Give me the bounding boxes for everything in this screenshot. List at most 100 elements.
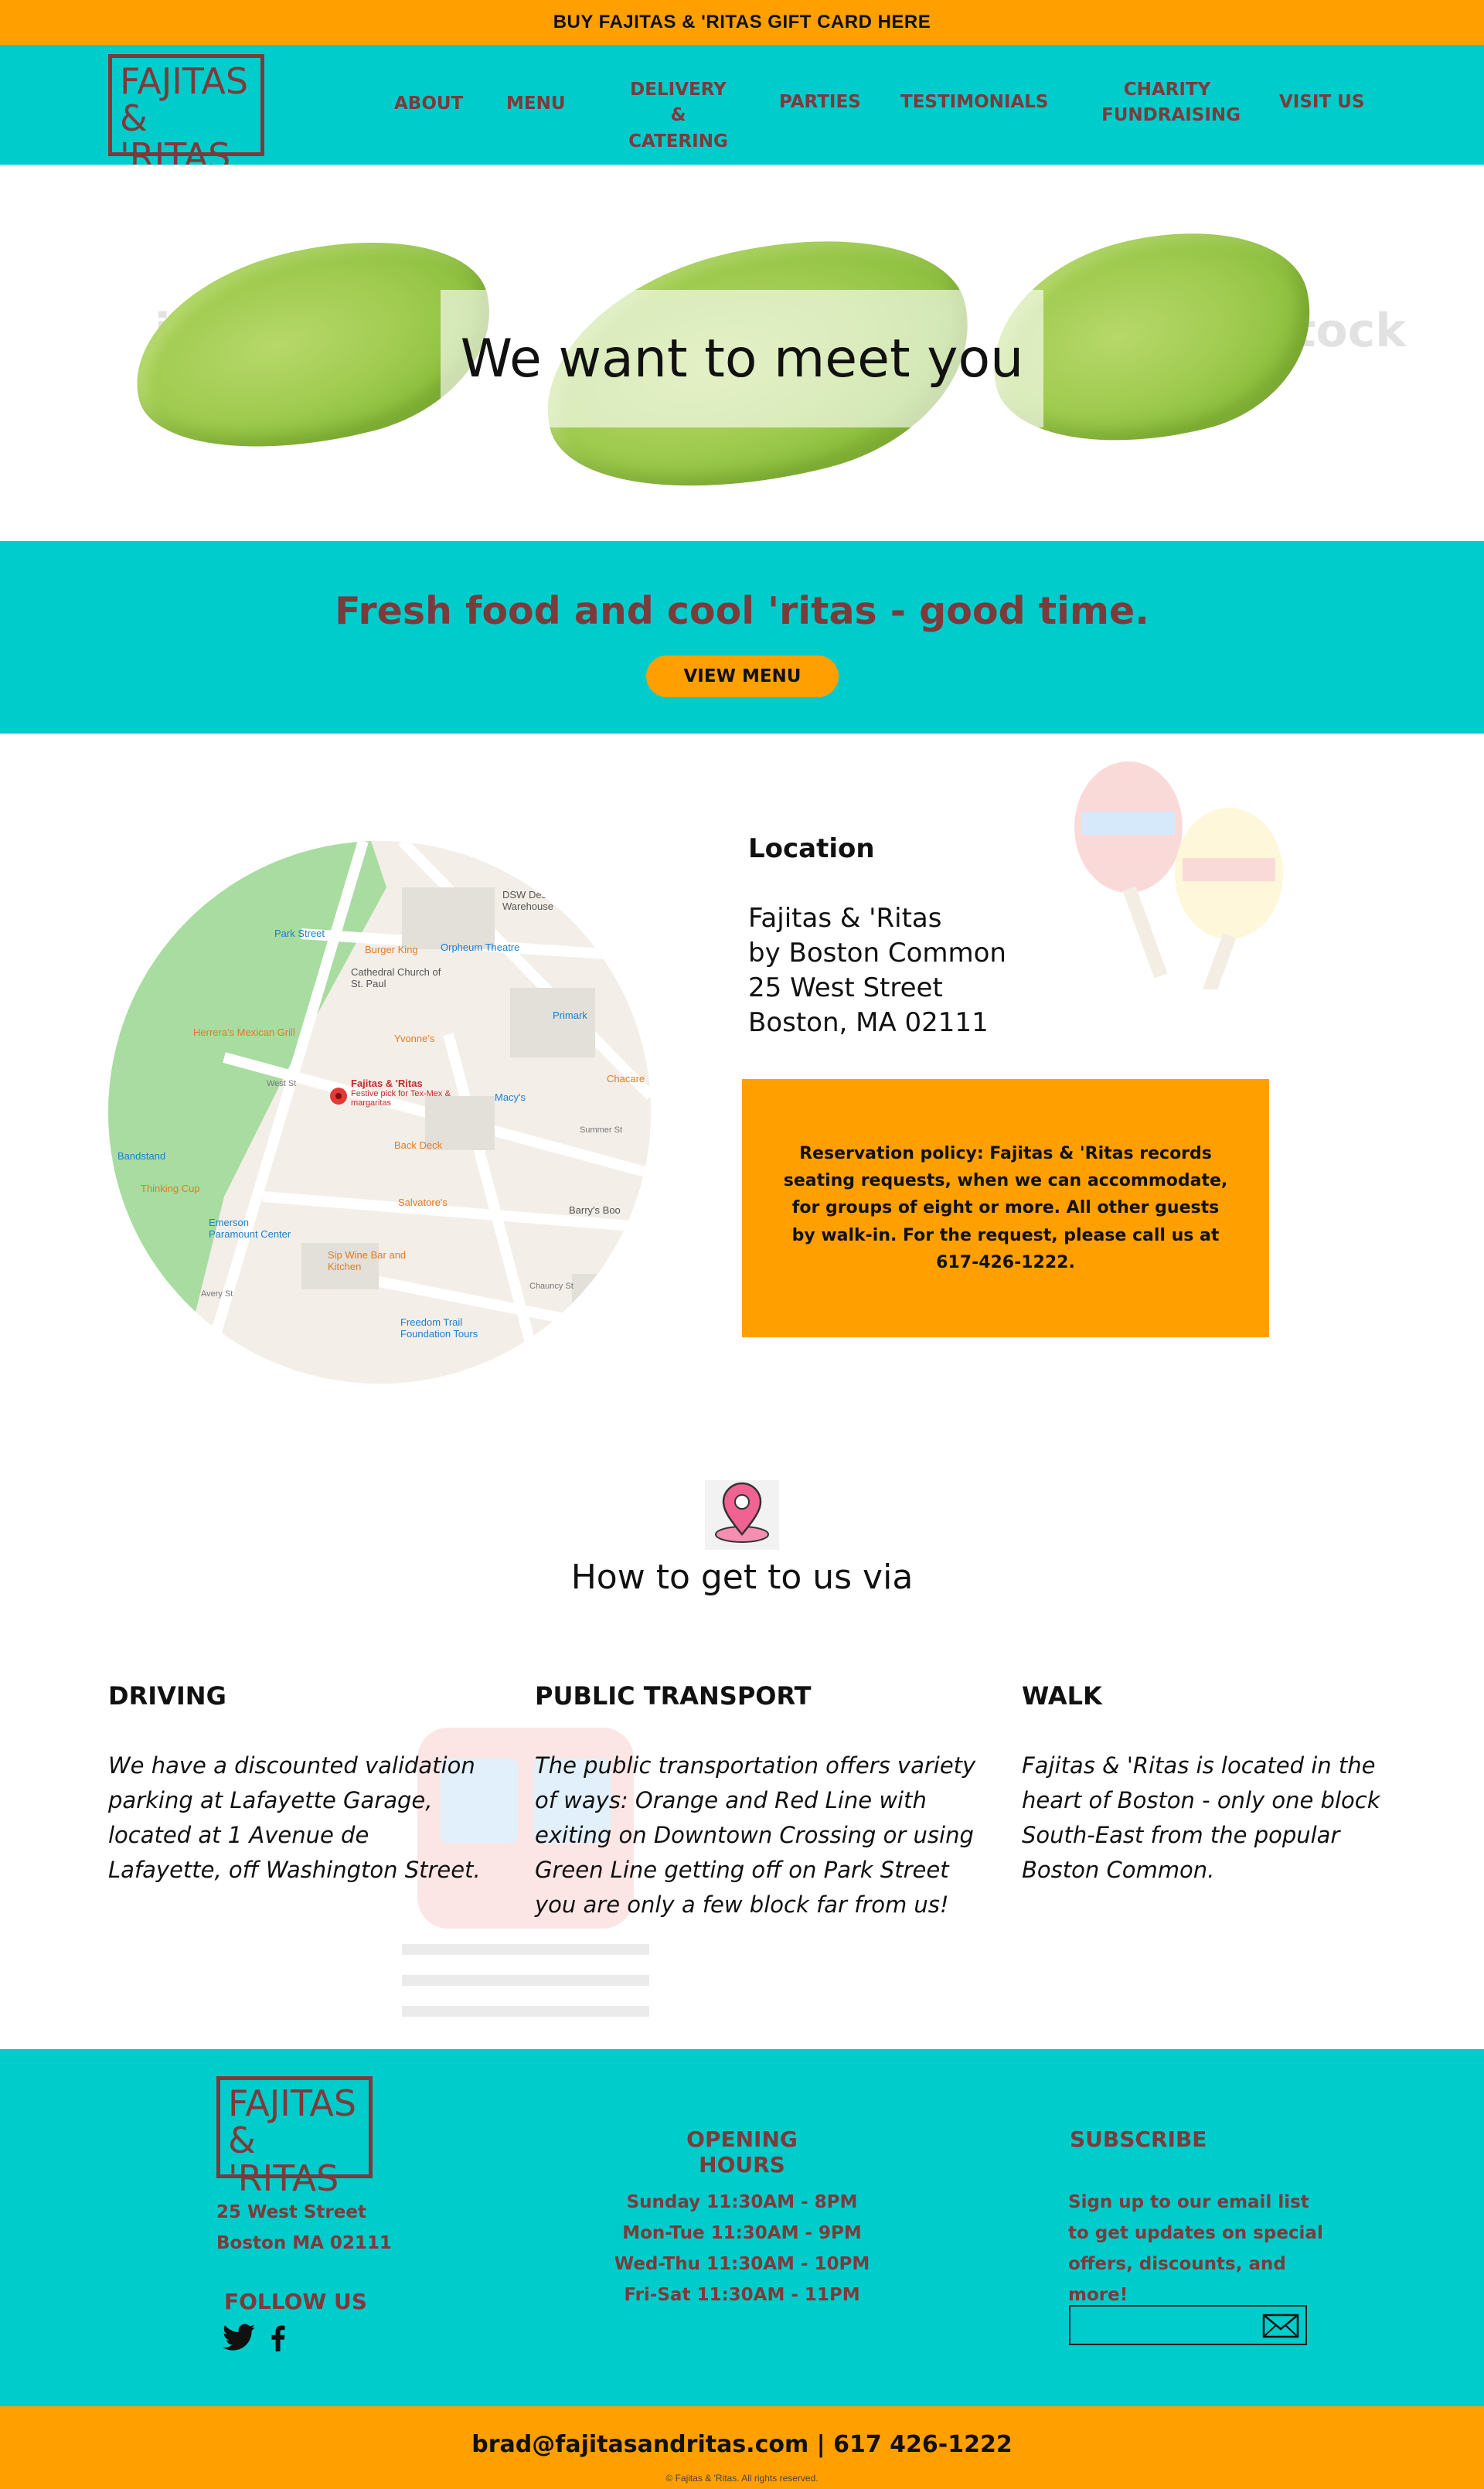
map-label-bandstand: Bandstand (117, 1150, 166, 1162)
footer-logo-line-2: & 'RITAS (228, 2120, 339, 2199)
transport-line: Green Line getting off on Park Street (535, 1856, 949, 1883)
driving-text: We have a discounted validation parking … (108, 1748, 481, 1888)
map-label-barrys: Barry's Boo (569, 1204, 621, 1216)
subscribe-line: offers, discounts, and (1068, 2254, 1286, 2274)
gift-card-link[interactable]: BUY FAJITAS & 'RITAS GIFT CARD HERE (553, 12, 931, 33)
tagline: Fresh food and cool 'ritas - good time. (335, 589, 1149, 633)
driving-line: parking at Lafayette Garage, (108, 1786, 433, 1813)
map-label-fajitas: Fajitas & 'Ritas (351, 1078, 423, 1089)
location-heading: Location (748, 833, 875, 864)
email-input[interactable] (1070, 2307, 1256, 2344)
map-label-sip: Sip Wine Bar and Kitchen (328, 1249, 407, 1272)
header-logo[interactable]: FAJITAS & 'RITAS (108, 54, 264, 175)
reservation-policy-text: Reservation policy: Fajitas & 'Ritas rec… (783, 1144, 1228, 1272)
map-label-park-street: Park Street (274, 928, 325, 939)
map-graphic (108, 841, 651, 1384)
subscribe-line: to get updates on special (1068, 2223, 1323, 2243)
map-label-thinking-cup: Thinking Cup (141, 1183, 200, 1194)
transport-line: The public transportation offers variety (535, 1752, 976, 1779)
mail-icon[interactable] (1262, 2314, 1299, 2338)
nav-testimonials[interactable]: TESTIMONIALS (900, 90, 1048, 115)
site-header: FAJITAS & 'RITAS ABOUT MENU DELIVERY & C… (0, 45, 1484, 175)
transport-line: exiting on Downtown Crossing or using (535, 1821, 974, 1848)
nav-charity-fundraising[interactable]: CHARITY FUNDRAISING (1101, 77, 1241, 129)
hero-title-box: We want to meet you (441, 290, 1043, 427)
hours-line: Fri-Sat 11:30AM - 11PM (624, 2285, 860, 2305)
map-label-chacarero: Chacare (607, 1073, 645, 1084)
nav-charity-line-1: CHARITY (1123, 80, 1211, 100)
nav-visit-us[interactable]: VISIT US (1279, 90, 1364, 115)
map-label-west-st: West St (267, 1079, 297, 1088)
map-label-orpheum: Orpheum Theatre (441, 941, 520, 953)
transport-line: of ways: Orange and Red Line with (535, 1786, 927, 1813)
driving-line: located at 1 Avenue de (108, 1821, 369, 1848)
location-line-3: 25 West Street (748, 972, 943, 1003)
nav-delivery-line-1: DELIVERY (630, 80, 727, 100)
map-label-chauncy-st: Chauncy St (529, 1282, 574, 1291)
contact-bar: brad@fajitasandritas.com | 617 426-1222 … (0, 2406, 1484, 2489)
hours-line: Mon-Tue 11:30AM - 9PM (622, 2223, 862, 2243)
walk-line: Boston Common. (1022, 1856, 1215, 1883)
walk-text: Fajitas & 'Ritas is located in the heart… (1022, 1748, 1380, 1888)
walk-line: South-East from the popular (1022, 1821, 1340, 1848)
opening-hours-list: Sunday 11:30AM - 8PM Mon-Tue 11:30AM - 9… (603, 2187, 881, 2310)
hero-title: We want to meet you (460, 328, 1024, 390)
reservation-policy-box: Reservation policy: Fajitas & 'Ritas rec… (742, 1079, 1269, 1337)
footer-address-1: 25 West Street (216, 2202, 366, 2222)
public-transport-heading: PUBLIC TRANSPORT (535, 1681, 812, 1711)
maracas-icon (1074, 761, 1283, 989)
footer-address-2: Boston MA 02111 (216, 2233, 392, 2253)
subscribe-field (1069, 2305, 1307, 2345)
map-label-cathedral: Cathedral Church of St. Paul (351, 966, 441, 989)
public-transport-text: The public transportation offers variety… (535, 1748, 975, 1922)
map-label-emerson: Emerson Paramount Center (209, 1217, 291, 1240)
map-label-dsw: DSW Designer Shoe Warehouse (502, 889, 595, 912)
nav-parties[interactable]: PARTIES (779, 90, 861, 115)
hours-line: Wed-Thu 11:30AM - 10PM (614, 2254, 870, 2274)
map-label-burger-king: Burger King (365, 944, 418, 955)
hours-line: Sunday 11:30AM - 8PM (626, 2192, 858, 2212)
map-label-yvonnes: Yvonne's (394, 1033, 435, 1044)
site-footer: FAJITAS & 'RITAS 25 West Street Boston M… (0, 2049, 1484, 2406)
nav-charity-line-2: FUNDRAISING (1101, 105, 1241, 126)
logo-line-2: & 'RITAS (120, 97, 231, 177)
transport-line: you are only a few block far from us! (535, 1891, 949, 1918)
opening-hours-heading: OPENING HOURS (686, 2126, 798, 2177)
driving-heading: DRIVING (108, 1681, 226, 1711)
walk-line: Fajitas & 'Ritas is located in the (1022, 1752, 1376, 1779)
nav-menu[interactable]: MENU (506, 91, 566, 117)
walk-line: heart of Boston - only one block (1022, 1786, 1380, 1813)
nav-about[interactable]: ABOUT (394, 91, 463, 117)
map-label-back-deck: Back Deck (394, 1139, 443, 1151)
map-label-herreras: Herrera's Mexican Grill (193, 1027, 295, 1038)
map-label-macys: Macy's (495, 1091, 526, 1103)
location-pin-icon (705, 1480, 779, 1550)
map-label-primark: Primark (553, 1010, 587, 1021)
follow-us-heading: FOLLOW US (224, 2289, 367, 2314)
subscribe-text: Sign up to our email list to get updates… (1068, 2187, 1323, 2310)
gift-card-banner[interactable]: BUY FAJITAS & 'RITAS GIFT CARD HERE (0, 0, 1484, 45)
map-label-avery-st: Avery St (201, 1289, 233, 1299)
location-line-4: Boston, MA 02111 (748, 1007, 989, 1038)
view-menu-button[interactable]: VIEW MENU (646, 655, 839, 697)
footer-logo-line-1: FAJITAS (228, 2082, 357, 2124)
map-label-summer-st: Summer St (580, 1125, 623, 1135)
location-line-2: by Boston Common (748, 938, 1006, 969)
footer-logo[interactable]: FAJITAS & 'RITAS (216, 2076, 373, 2197)
location-map[interactable]: Park Street Burger King Orpheum Theatre … (108, 841, 651, 1384)
location-line-1: Fajitas & 'Ritas (748, 903, 942, 934)
map-label-fajitas-sub: Festive pick for Tex-Mex & margaritas (351, 1089, 451, 1108)
logo-line-1: FAJITAS (120, 60, 249, 102)
contact-line[interactable]: brad@fajitasandritas.com | 617 426-1222 (0, 2431, 1484, 2458)
copyright: © Fajitas & 'Ritas. All rights reserved. (665, 2473, 819, 2484)
nav-delivery-catering[interactable]: DELIVERY & CATERING (618, 77, 738, 155)
map-label-salvatores: Salvatore's (398, 1197, 448, 1208)
map-label-freedom-trail: Freedom Trail Foundation Tours (400, 1316, 478, 1340)
facebook-icon[interactable] (271, 2325, 286, 2351)
walk-heading: WALK (1022, 1681, 1102, 1711)
subscribe-line: Sign up to our email list (1068, 2192, 1309, 2212)
twitter-icon[interactable] (223, 2324, 255, 2351)
subscribe-heading: SUBSCRIBE (1070, 2126, 1207, 2152)
hero-section: iStock iStock We want to meet you (0, 165, 1484, 541)
driving-line: We have a discounted validation (108, 1752, 475, 1779)
